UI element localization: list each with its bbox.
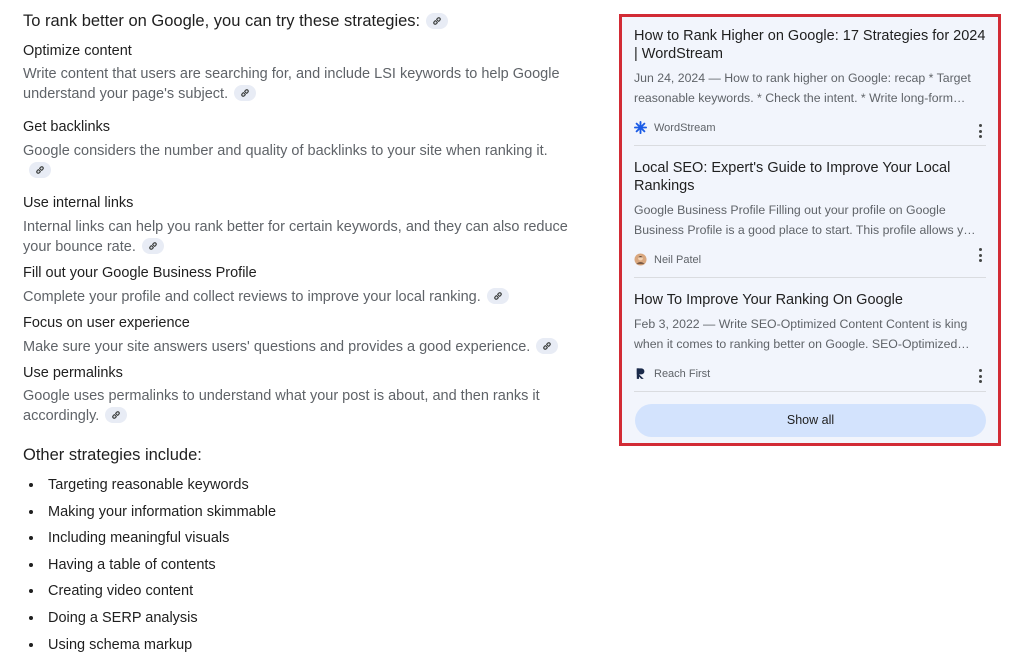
source-card-title[interactable]: Local SEO: Expert's Guide to Improve You… (634, 159, 986, 195)
other-strategies-heading: Other strategies include: (23, 446, 202, 464)
strategy-description: Google uses permalinks to understand wha… (23, 388, 540, 424)
card-divider (634, 277, 986, 278)
reach-first-logo-icon (634, 367, 647, 380)
other-strategies-list: Targeting reasonable keywords Making you… (23, 473, 276, 658)
citation-link-chip[interactable] (141, 238, 164, 255)
source-card[interactable]: How to Rank Higher on Google: 17 Strateg… (634, 27, 986, 138)
link-icon (112, 411, 121, 419)
source-card-title[interactable]: How To Improve Your Ranking On Google (634, 291, 986, 309)
source-card[interactable]: Local SEO: Expert's Guide to Improve You… (634, 159, 986, 266)
show-all-button[interactable]: Show all (635, 404, 986, 437)
source-attribution: WordStream (634, 121, 716, 134)
source-name: Neil Patel (654, 253, 702, 266)
link-icon (433, 16, 441, 25)
strategy-title: Fill out your Google Business Profile (23, 265, 257, 281)
source-card-snippet: Google Business Profile Filling out your… (634, 203, 976, 237)
source-card-snippet: Feb 3, 2022 — Write SEO-Optimized Conten… (634, 317, 970, 351)
citation-link-chip[interactable] (105, 407, 128, 424)
list-item: Using schema markup (23, 633, 276, 658)
link-icon (149, 242, 157, 250)
strategy-description: Internal links can help you rank better … (23, 219, 568, 255)
citation-link-chip[interactable] (426, 12, 449, 29)
strategy-description: Complete your profile and collect review… (23, 287, 583, 307)
more-options-icon[interactable] (978, 248, 982, 262)
link-icon (241, 89, 249, 97)
link-icon (36, 166, 44, 174)
list-item: Doing a SERP analysis (23, 606, 276, 633)
source-name: WordStream (654, 121, 716, 134)
strategy-title: Optimize content (23, 43, 132, 59)
link-icon (493, 292, 502, 300)
strategy-description: Make sure your site answers users' quest… (23, 337, 583, 357)
strategy-description: Google considers the number and quality … (23, 141, 553, 181)
list-item: Targeting reasonable keywords (23, 473, 276, 500)
strategy-title: Use permalinks (23, 365, 123, 381)
citation-link-chip[interactable] (29, 162, 51, 179)
card-divider (634, 391, 986, 392)
source-card[interactable]: How To Improve Your Ranking On Google Fe… (634, 291, 986, 383)
strategy-description: Write content that users are searching f… (23, 66, 560, 102)
strategy-title: Get backlinks (23, 119, 111, 135)
citation-link-chip[interactable] (536, 338, 559, 355)
more-options-icon[interactable] (978, 124, 982, 138)
link-icon (543, 342, 552, 350)
source-name: Reach First (654, 367, 711, 380)
strategy-title: Use internal links (23, 195, 134, 211)
neil-patel-avatar-icon (634, 253, 647, 266)
more-options-icon[interactable] (978, 369, 982, 383)
citation-link-chip[interactable] (486, 288, 509, 305)
strategy-title: Focus on user experience (23, 315, 190, 331)
wordstream-logo-icon (634, 121, 647, 134)
overview-intro: To rank better on Google, you can try th… (23, 12, 449, 31)
card-divider (634, 145, 986, 146)
sources-panel-background: How to Rank Higher on Google: 17 Strateg… (622, 17, 998, 443)
list-item: Creating video content (23, 579, 276, 606)
source-attribution: Reach First (634, 367, 710, 380)
list-item: Including meaningful visuals (23, 526, 276, 553)
source-card-snippet: Jun 24, 2024 — How to rank higher on Goo… (634, 71, 971, 105)
source-card-title[interactable]: How to Rank Higher on Google: 17 Strateg… (634, 27, 986, 63)
citation-link-chip[interactable] (234, 85, 257, 102)
sources-panel: How to Rank Higher on Google: 17 Strateg… (619, 14, 1001, 446)
list-item: Making your information skimmable (23, 500, 276, 527)
source-attribution: Neil Patel (634, 253, 701, 266)
list-item: Having a table of contents (23, 553, 276, 580)
